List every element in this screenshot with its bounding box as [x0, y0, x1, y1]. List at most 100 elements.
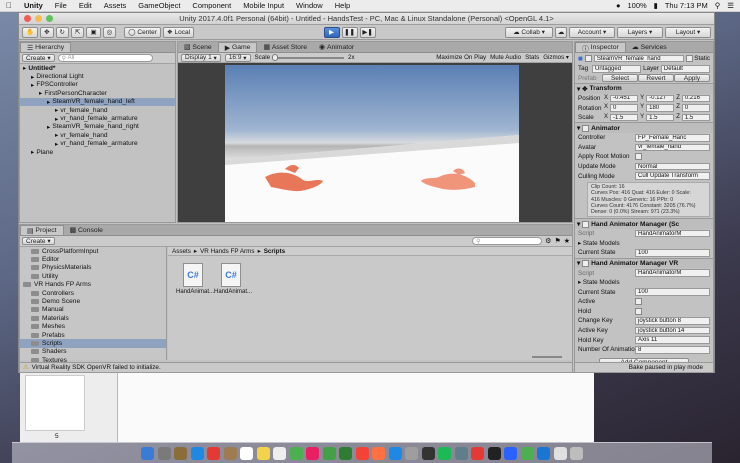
menu-gameobject[interactable]: GameObject [132, 1, 186, 10]
project-search-input[interactable]: ⚲ [472, 237, 543, 245]
layers-dropdown[interactable]: Layers ▾ [617, 26, 664, 38]
game-render[interactable] [225, 65, 519, 222]
foldout-icon[interactable]: ▸ [55, 115, 58, 123]
filter-by-label-icon[interactable]: ⚑ [554, 237, 560, 245]
number-of-animation-field[interactable]: 8 [635, 346, 710, 354]
scale-x[interactable]: -1.5 [610, 113, 639, 122]
state-models-foldout[interactable]: ▸ State Models [578, 240, 620, 247]
layout-dropdown[interactable]: Layout ▾ [665, 26, 712, 38]
battery-icon[interactable]: ▮ [654, 1, 658, 10]
prefab-revert-button[interactable]: Revert [638, 74, 674, 83]
favorite-icon[interactable]: ★ [564, 237, 570, 245]
move-tool-button[interactable]: ✥ [40, 26, 54, 38]
pause-button[interactable]: ❚❚ [341, 26, 358, 38]
facetime-icon[interactable] [339, 446, 352, 460]
music-icon[interactable] [355, 446, 369, 460]
rotation-z[interactable]: 0 [681, 104, 710, 112]
tree-item[interactable]: ▸ Plane [20, 148, 175, 157]
foldout-icon[interactable]: ▸ [23, 64, 26, 72]
app-store-icon[interactable] [388, 446, 402, 460]
position-z[interactable]: 0.216 [681, 94, 710, 103]
update-mode-dropdown[interactable]: Normal [635, 162, 710, 171]
foldout-icon[interactable]: ▸ [31, 148, 34, 156]
books-icon[interactable] [372, 446, 385, 460]
pivot-center-button[interactable]: ◯ Center [124, 26, 161, 38]
active-checkbox[interactable] [584, 55, 592, 62]
clock[interactable]: Thu 7:13 PM [665, 1, 708, 10]
menu-mobile-input[interactable]: Mobile Input [237, 1, 290, 10]
tree-item[interactable]: ▸ vr_female_hand [20, 131, 175, 140]
launchpad-icon[interactable] [174, 446, 187, 460]
tag-dropdown[interactable]: Untagged [592, 65, 642, 73]
siri-icon[interactable] [157, 446, 171, 460]
reminders-icon[interactable] [273, 446, 286, 460]
project-create-button[interactable]: Create ▾ [22, 237, 55, 245]
tree-item[interactable]: Materials [20, 314, 166, 322]
scale-slider[interactable] [272, 53, 345, 61]
menu-file[interactable]: File [49, 1, 73, 10]
change-key-field[interactable]: joystick button 8 [635, 317, 710, 325]
static-checkbox[interactable] [686, 55, 694, 62]
scale-tool-button[interactable]: ⇱ [71, 26, 85, 38]
menu-help[interactable]: Help [329, 1, 356, 10]
tab-hierarchy[interactable]: ☰ Hierarchy [20, 42, 72, 52]
photos-icon[interactable] [306, 446, 319, 460]
app-icon[interactable] [471, 446, 484, 460]
tree-item[interactable]: Prefabs [20, 331, 166, 339]
tree-item[interactable]: VR Hands FP Arms [20, 281, 166, 289]
safari-icon[interactable] [190, 446, 204, 460]
position-x[interactable]: -0.451 [610, 94, 639, 103]
spotlight-icon[interactable]: ⚲ [715, 1, 721, 10]
tab-asset-store[interactable]: ▦ Asset Store [257, 42, 313, 52]
maximize-on-play-button[interactable]: Maximize On Play [436, 54, 486, 61]
state-models-foldout[interactable]: ▸ State Models [578, 279, 620, 286]
system-preferences-icon[interactable] [405, 446, 418, 460]
tree-item[interactable]: ▸ vr_female_hand [20, 106, 175, 115]
rotation-x[interactable]: 0 [610, 104, 639, 112]
tree-item[interactable]: Demo Scene [20, 297, 166, 305]
transform-header[interactable]: ▾ ✥ Transform [575, 83, 713, 94]
tree-item[interactable]: ▸ FPSController [20, 81, 175, 89]
notes-icon[interactable] [256, 446, 270, 460]
foldout-icon[interactable]: ▸ [55, 131, 58, 139]
tree-item[interactable]: Controllers [20, 289, 166, 297]
downloads-stack-icon[interactable] [553, 446, 567, 460]
maps-icon[interactable] [289, 446, 303, 460]
foldout-icon[interactable]: ▸ [47, 123, 50, 131]
menu-component[interactable]: Component [186, 1, 237, 10]
script-file[interactable]: C# HandAnimat... [176, 263, 214, 295]
trash-icon[interactable] [570, 446, 583, 460]
page-thumbnail[interactable] [25, 375, 85, 431]
tab-game[interactable]: ▶ Game [217, 42, 258, 52]
foldout-icon[interactable]: ▸ [47, 98, 50, 106]
aspect-dropdown[interactable]: 16:9 ▾ [224, 53, 251, 62]
cloud-icon[interactable]: ☁ [555, 26, 568, 38]
game-viewport[interactable] [178, 63, 572, 222]
app-icon[interactable] [537, 446, 550, 460]
hold-key-field[interactable]: Axis 11 [635, 336, 710, 344]
foldout-icon[interactable]: ▸ [55, 106, 58, 114]
hold-checkbox[interactable] [635, 307, 642, 315]
stats-button[interactable]: Stats [525, 54, 539, 61]
filter-by-type-icon[interactable]: ⚙ [545, 237, 551, 245]
tree-item[interactable]: PhysicsMaterials [20, 264, 166, 272]
prefab-select-button[interactable]: Select [602, 74, 638, 83]
tab-inspector[interactable]: ⓘ Inspector [575, 42, 626, 53]
script-enabled-checkbox[interactable] [582, 220, 590, 228]
animator-header[interactable]: ▾ Animator [575, 122, 713, 133]
layer-dropdown[interactable]: Default [660, 65, 711, 73]
tree-item[interactable]: Meshes [20, 323, 166, 331]
rect-tool-button[interactable]: ▣ [86, 26, 101, 38]
tree-item[interactable]: Editor [20, 255, 166, 263]
step-button[interactable]: ▶❚ [359, 26, 376, 38]
tree-item[interactable]: Utility [20, 272, 166, 280]
current-state-field[interactable]: 100 [635, 249, 710, 257]
object-name-field[interactable]: SteamVR_female_hand_ [593, 54, 685, 63]
current-state-field[interactable]: 100 [635, 288, 710, 296]
tree-item[interactable]: CrossPlatformInput [20, 247, 166, 255]
culling-mode-dropdown[interactable]: Cull Update Transform [635, 172, 710, 180]
tree-item[interactable]: ▸ FirstPersonCharacter [20, 89, 175, 98]
transform-tool-button[interactable]: ◎ [102, 26, 117, 38]
script-field[interactable]: HandAnimatorM [635, 269, 710, 277]
unity-icon[interactable] [487, 446, 501, 460]
